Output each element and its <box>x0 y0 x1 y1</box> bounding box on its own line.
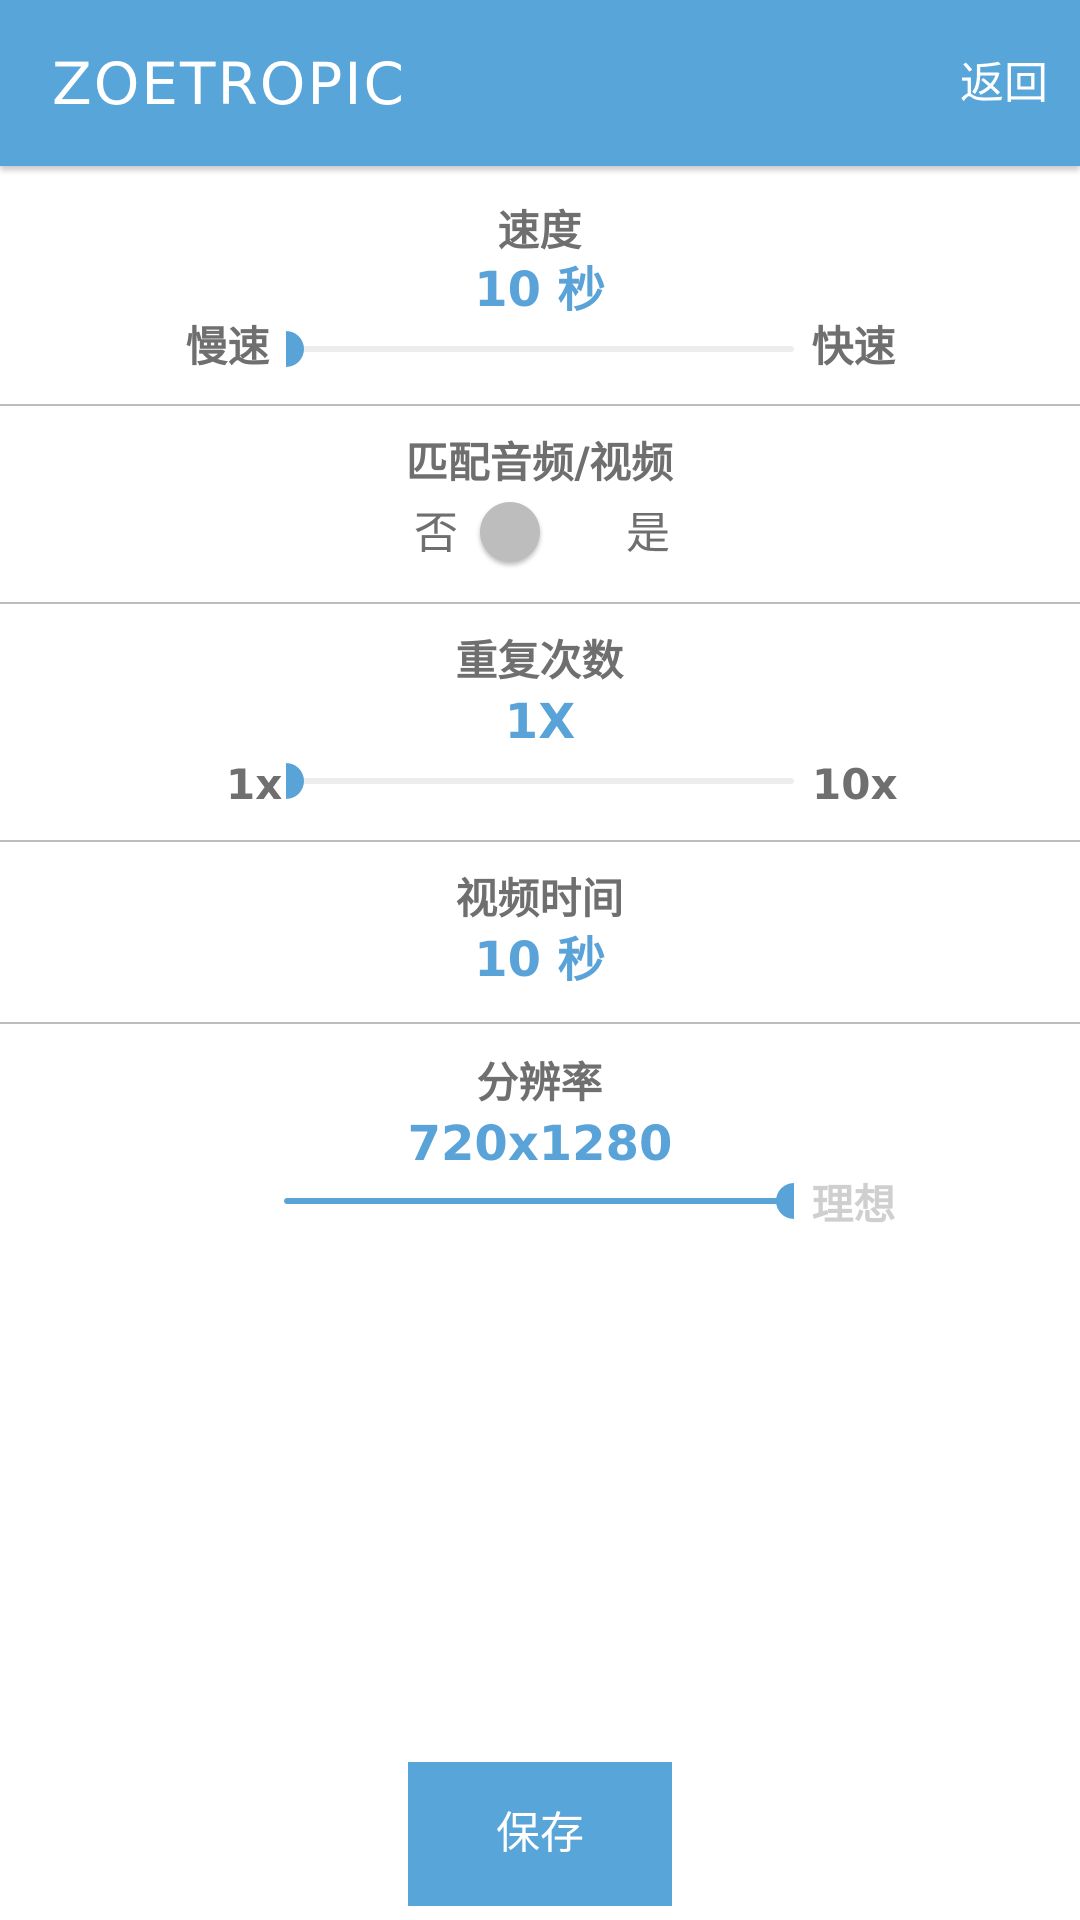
video-time-title: 视频时间 <box>455 874 624 923</box>
match-av-title: 匹配音频/视频 <box>406 438 674 487</box>
repeat-slider-thumb[interactable] <box>286 763 304 799</box>
resolution-slider[interactable] <box>284 1198 794 1204</box>
speed-slider[interactable] <box>286 346 794 352</box>
video-time-section: 视频时间 10 秒 <box>0 842 1080 1022</box>
repeat-max-label: 10x <box>812 760 898 809</box>
app-header: ZOETROPIC 返回 <box>0 0 1080 166</box>
speed-section: 速度 10 秒 慢速 快速 <box>0 166 1080 404</box>
speed-slider-thumb[interactable] <box>286 331 304 367</box>
repeat-title: 重复次数 <box>455 636 624 685</box>
match-av-toggle[interactable] <box>480 502 540 562</box>
settings-screen: ZOETROPIC 返回 速度 10 秒 慢速 快速 匹配音频/视频 否 是 重… <box>0 0 1080 1920</box>
match-av-on-label: 是 <box>626 508 670 559</box>
speed-max-label: 快速 <box>812 322 897 371</box>
match-av-off-label: 否 <box>414 508 458 559</box>
repeat-slider[interactable] <box>286 778 794 784</box>
resolution-slider-thumb[interactable] <box>776 1183 794 1219</box>
repeat-min-label: 1x <box>226 760 283 809</box>
app-title: ZOETROPIC <box>52 50 406 118</box>
speed-value: 10 秒 <box>474 262 606 318</box>
save-button[interactable]: 保存 <box>408 1762 672 1906</box>
resolution-max-label: 理想 <box>812 1180 897 1229</box>
resolution-title: 分辨率 <box>476 1058 603 1107</box>
match-av-section: 匹配音频/视频 否 是 <box>0 406 1080 602</box>
resolution-section: 分辨率 720x1280 理想 <box>0 1024 1080 1264</box>
repeat-value: 1X <box>504 694 576 750</box>
resolution-slider-fill <box>284 1198 794 1204</box>
resolution-value: 720x1280 <box>407 1116 673 1172</box>
speed-title: 速度 <box>497 206 582 255</box>
speed-min-label: 慢速 <box>186 322 271 371</box>
repeat-section: 重复次数 1X 1x 10x <box>0 604 1080 840</box>
back-button[interactable]: 返回 <box>960 54 1048 114</box>
video-time-value: 10 秒 <box>474 932 606 988</box>
